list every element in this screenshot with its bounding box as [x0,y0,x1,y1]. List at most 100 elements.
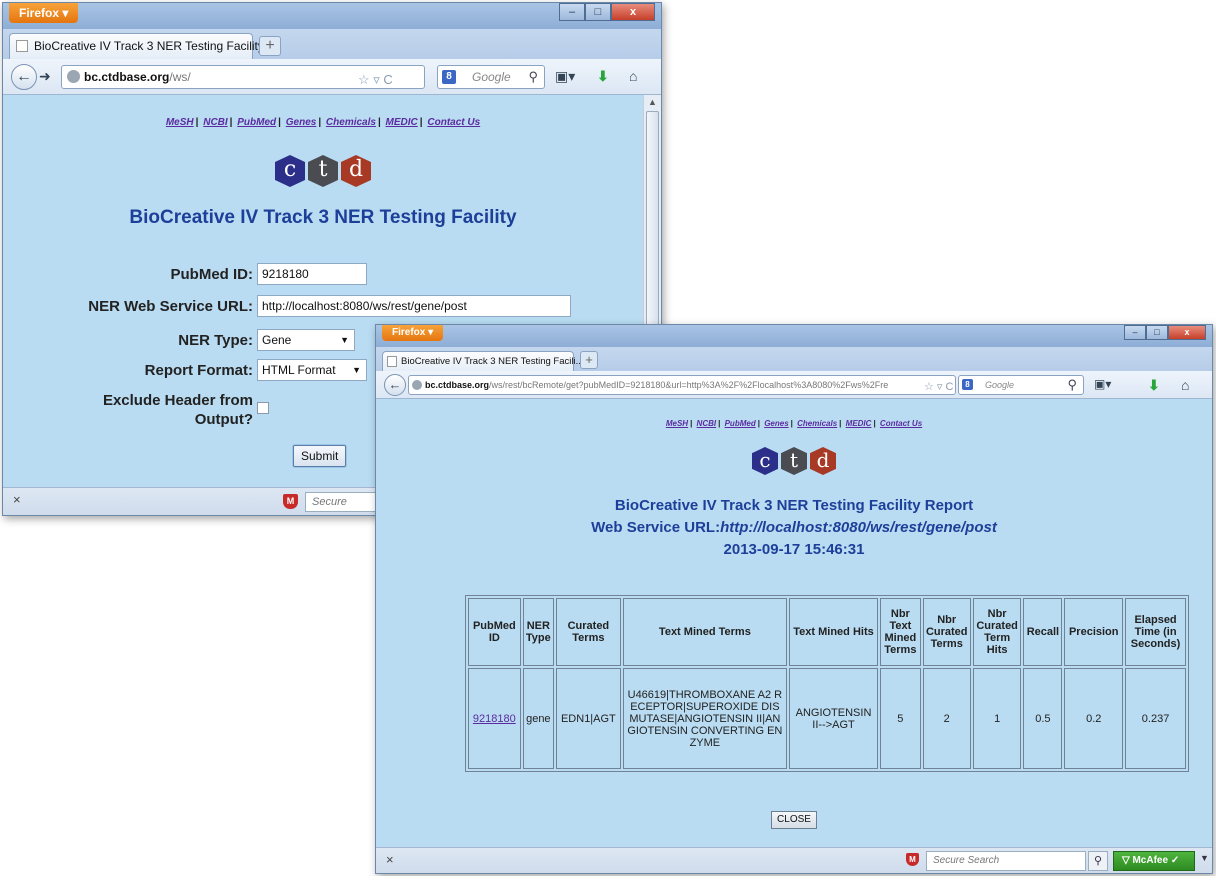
cell-nbr-text-mined-terms: 5 [880,668,921,769]
chevron-down-icon[interactable]: ▼ [1200,853,1209,863]
mcafee-button[interactable]: ▽ McAfee ✓ [1113,851,1195,871]
search-icon[interactable]: ⚲ [1088,851,1108,871]
nav-link-contact-us[interactable]: Contact Us [427,117,480,128]
download-icon[interactable]: ⬇ [1148,377,1160,394]
nav-link-genes[interactable]: Genes [764,419,788,428]
ner-url-label: NER Web Service URL: [88,297,253,315]
forward-arrow-icon[interactable]: ➜ [39,68,51,85]
search-bar[interactable]: 8 Google ⚲ [958,375,1084,395]
page-title: BioCreative IV Track 3 NER Testing Facil… [129,207,517,228]
search-icon[interactable]: ⚲ [1067,376,1077,394]
nav-link-contact-us[interactable]: Contact Us [880,419,922,428]
scroll-up-icon[interactable]: ▲ [648,97,657,107]
url-bar[interactable]: bc.ctdbase.org/ws/rest/bcRemote/get?pubM… [408,375,956,395]
exclude-header-checkbox[interactable] [257,402,269,414]
col-text-mined-terms: Text Mined Terms [622,598,787,666]
status-bar: × M Secure Search ⚲ ▽ McAfee ✓ ▼ [376,847,1212,873]
col-nbr-curated-terms: Nbr Curated Terms [922,598,971,666]
home-icon[interactable]: ⌂ [1181,377,1189,393]
mcafee-shield-icon[interactable]: M [906,853,919,866]
nav-link-mesh[interactable]: MeSH [666,419,688,428]
tab-title: BioCreative IV Track 3 NER Testing Facil… [34,39,264,53]
close-report-button[interactable]: CLOSE [771,811,817,829]
url-path: /ws/rest/bcRemote/get?pubMedID=9218180&u… [489,380,889,390]
nav-link-pubmed[interactable]: PubMed [237,117,276,128]
web-service-url-line: Web Service URL:http://localhost:8080/ws… [376,519,1212,536]
search-icon[interactable]: ⚲ [528,66,538,88]
back-arrow-icon[interactable]: ← [11,64,37,90]
nav-link-chemicals[interactable]: Chemicals [326,117,376,128]
google-icon: 8 [442,70,456,84]
logo-letter-d: d [810,447,836,475]
screen-menu-icon[interactable]: ▣▾ [1094,377,1111,391]
col-nbr-curated-term-hits: Nbr Curated Term Hits [972,598,1022,666]
logo-letter-t: t [781,447,807,475]
nav-link-chemicals[interactable]: Chemicals [797,419,837,428]
home-icon[interactable]: ⌂ [629,68,637,84]
nav-link-medic[interactable]: MEDIC [386,117,418,128]
close-window-button[interactable]: x [611,3,655,21]
window-controls: – □ x [559,3,655,21]
bookmark-star-icon[interactable]: ☆ ▿ C [358,69,393,88]
screen-menu-icon[interactable]: ▣▾ [555,68,575,85]
window-controls: – □ x [1124,325,1206,340]
maximize-button[interactable]: □ [1146,325,1168,340]
search-placeholder: Google [472,70,511,84]
globe-icon [412,380,422,390]
exclude-label-line-2: Output? [194,411,253,428]
mcafee-label: McAfee [1132,855,1169,866]
pubmed-id-input[interactable]: 9218180 [257,263,367,285]
close-addon-bar-icon[interactable]: × [386,852,394,867]
nav-link-genes[interactable]: Genes [286,117,317,128]
navigation-toolbar: ← bc.ctdbase.org/ws/rest/bcRemote/get?pu… [376,371,1212,399]
logo-letter-c: c [275,155,305,187]
cell-text-mined-hits: ANGIOTENSIN II-->AGT [788,668,879,769]
nav-link-mesh[interactable]: MeSH [166,117,194,128]
mcafee-shield-icon[interactable]: M [283,494,298,509]
ner-url-input[interactable]: http://localhost:8080/ws/rest/gene/post [257,295,571,317]
back-arrow-icon[interactable]: ← [384,374,406,396]
ner-type-value: Gene [262,333,292,347]
report-format-select[interactable]: HTML Format ▼ [257,359,367,381]
search-bar[interactable]: 8 Google ⚲ [437,65,545,89]
page-icon [16,40,28,52]
nav-link-medic[interactable]: MEDIC [846,419,872,428]
report-browser-window: Firefox ▾ – □ x BioCreative IV Track 3 N… [375,324,1213,874]
chevron-down-icon: ▼ [340,335,349,345]
secure-search-input[interactable]: Secure Search [926,851,1086,871]
bookmark-star-icon[interactable]: ☆ ▿ C [921,378,954,394]
report-title: BioCreative IV Track 3 NER Testing Facil… [614,497,974,514]
logo-letter-d: d [341,155,371,187]
minimize-button[interactable]: – [559,3,585,21]
close-addon-bar-icon[interactable]: × [13,492,21,507]
report-format-value: HTML Format [262,363,336,377]
secure-search-input[interactable]: Secure Search [305,492,385,515]
new-tab-button[interactable]: + [580,351,598,369]
nav-link-pubmed[interactable]: PubMed [725,419,756,428]
navigation-toolbar: ← ➜ bc.ctdbase.org/ws/ ☆ ▿ C 8 Google ⚲ … [3,59,661,95]
exclude-header-label: Exclude Header from Output? [3,391,257,429]
firefox-menu-button[interactable]: Firefox ▾ [382,325,444,341]
submit-button[interactable]: Submit [293,445,347,467]
tab-ner-report[interactable]: BioCreative IV Track 3 NER Testing Facil… [382,351,584,372]
type-row: NER Type: Gene ▼ [3,329,355,351]
url-path: /ws/ [169,70,191,84]
url-bar[interactable]: bc.ctdbase.org/ws/ ☆ ▿ C [61,65,425,89]
ctd-logo: c t d [3,155,643,187]
maximize-button[interactable]: □ [585,3,611,21]
nav-link-ncbi[interactable]: NCBI [697,419,717,428]
close-window-button[interactable]: x [1168,325,1206,340]
pubmed-id-link[interactable]: 9218180 [473,713,516,725]
minimize-button[interactable]: – [1124,325,1146,340]
pubmed-row: PubMed ID: 9218180 [3,263,367,285]
firefox-menu-button[interactable]: Firefox ▾ [9,3,79,23]
new-tab-button[interactable]: + [259,36,281,56]
report-format-label: Report Format: [144,361,253,379]
nav-link-ncbi[interactable]: NCBI [203,117,227,128]
tab-ner-testing-facility[interactable]: BioCreative IV Track 3 NER Testing Facil… [9,33,264,59]
google-icon: 8 [962,379,973,390]
download-icon[interactable]: ⬇ [597,68,609,85]
ner-type-select[interactable]: Gene ▼ [257,329,355,351]
ctd-nav-links: MeSH | NCBI | PubMed | Genes | Chemicals | ME… [665,419,923,428]
pubmed-label: PubMed ID: [170,265,254,283]
